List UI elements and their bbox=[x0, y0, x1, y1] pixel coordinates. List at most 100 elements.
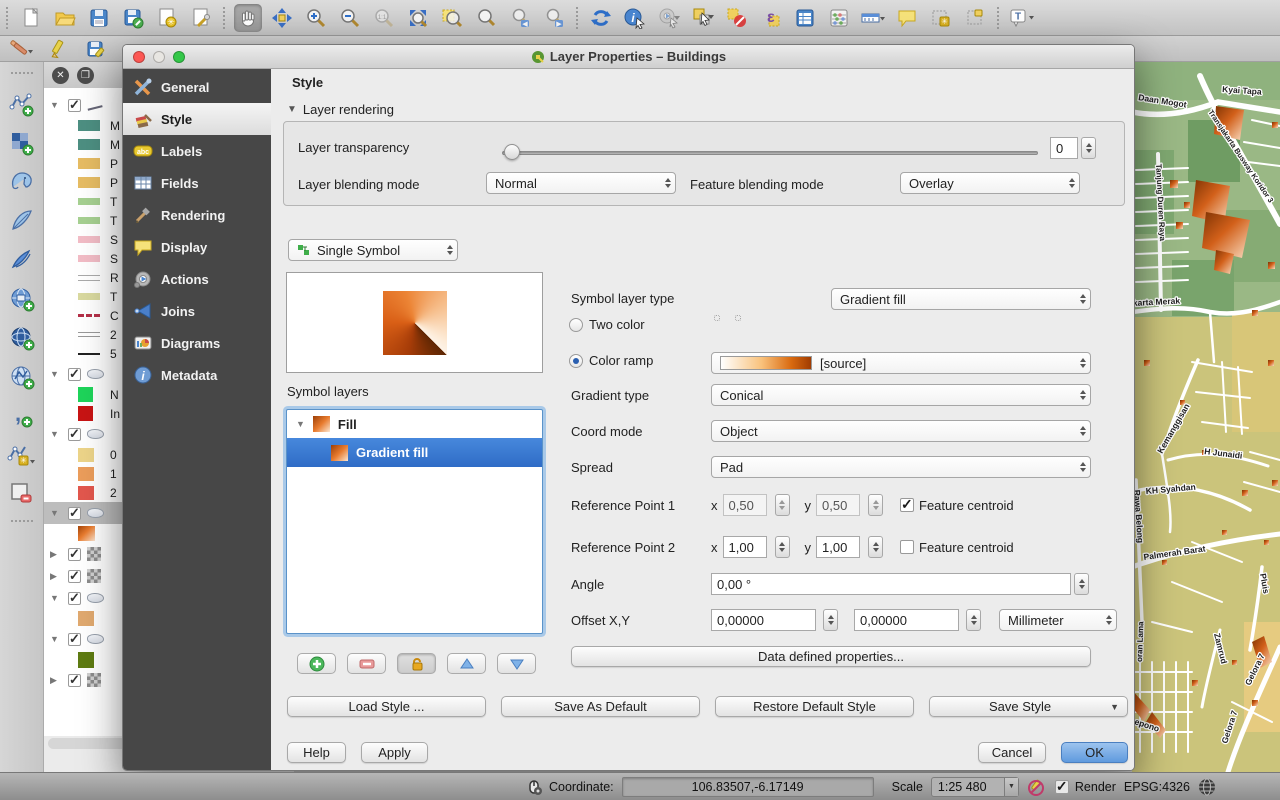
layer-blending-combo[interactable]: Normal bbox=[486, 172, 676, 194]
save-project-as-icon[interactable] bbox=[119, 4, 147, 32]
panel-float-icon[interactable]: ❐ bbox=[77, 67, 94, 84]
ref2-centroid-checkbox[interactable] bbox=[900, 540, 914, 554]
zoom-to-layer-icon[interactable] bbox=[472, 4, 500, 32]
expand-triangle-icon[interactable] bbox=[50, 429, 62, 439]
new-bookmark-icon[interactable]: ✳ bbox=[927, 4, 955, 32]
select-features-icon[interactable] bbox=[689, 4, 717, 32]
text-annotation-icon[interactable]: T bbox=[1008, 4, 1036, 32]
ref2-x-field[interactable]: 1,00 bbox=[723, 536, 767, 558]
ok-button[interactable]: OK bbox=[1061, 742, 1128, 763]
ref2-x-spinner[interactable] bbox=[775, 536, 790, 558]
color-ramp-combo[interactable]: [source] bbox=[711, 352, 1091, 374]
stop-render-icon[interactable] bbox=[1027, 778, 1045, 796]
expand-triangle-icon[interactable] bbox=[50, 369, 62, 379]
panel-close-icon[interactable]: ✕ bbox=[52, 67, 69, 84]
renderer-combo[interactable]: Single Symbol bbox=[288, 239, 458, 261]
sidebar-item-diagrams[interactable]: Diagrams bbox=[123, 327, 271, 359]
zoom-last-icon[interactable]: ◀ bbox=[506, 4, 534, 32]
run-feature-action-icon[interactable] bbox=[655, 4, 683, 32]
dialog-titlebar[interactable]: Layer Properties – Buildings bbox=[123, 45, 1134, 69]
sidebar-item-rendering[interactable]: Rendering bbox=[123, 199, 271, 231]
offset-y-field[interactable]: 0,00000 bbox=[854, 609, 959, 631]
restore-default-style-button[interactable]: Restore Default Style bbox=[715, 696, 914, 717]
ref1-y-field[interactable]: 0,50 bbox=[816, 494, 860, 516]
ref1-x-spinner[interactable] bbox=[775, 494, 790, 516]
zoom-full-icon[interactable] bbox=[404, 4, 432, 32]
save-style-button[interactable]: Save Style ▼ bbox=[929, 696, 1128, 717]
ref2-y-spinner[interactable] bbox=[868, 536, 883, 558]
angle-spinner[interactable] bbox=[1074, 573, 1089, 595]
pan-map-icon[interactable] bbox=[234, 4, 262, 32]
layer-visibility-checkbox[interactable] bbox=[68, 674, 81, 687]
slider-knob[interactable] bbox=[504, 144, 520, 160]
add-postgis-layer-icon[interactable] bbox=[7, 169, 37, 195]
add-wms-layer-icon[interactable] bbox=[7, 325, 37, 351]
add-spatialite-layer-icon[interactable] bbox=[7, 208, 37, 234]
coordinate-icon[interactable] bbox=[525, 778, 543, 796]
offset-x-spinner[interactable] bbox=[823, 609, 838, 631]
sidebar-item-labels[interactable]: abc Labels bbox=[123, 135, 271, 167]
data-defined-properties-button[interactable]: Data defined properties... bbox=[571, 646, 1091, 667]
new-project-icon[interactable] bbox=[17, 4, 45, 32]
refresh-icon[interactable] bbox=[587, 4, 615, 32]
ref1-y-spinner[interactable] bbox=[868, 494, 883, 516]
expand-triangle-icon[interactable]: ▼ bbox=[296, 419, 305, 429]
ref2-y-field[interactable]: 1,00 bbox=[816, 536, 860, 558]
symbol-tree-gradient-row[interactable]: Gradient fill bbox=[287, 438, 542, 467]
field-calculator-icon[interactable] bbox=[825, 4, 853, 32]
remove-layer-icon[interactable] bbox=[7, 481, 37, 507]
dropdown-arrow-icon[interactable]: ▼ bbox=[1004, 778, 1018, 796]
expand-triangle-icon[interactable] bbox=[50, 571, 62, 582]
load-style-button[interactable]: Load Style ... bbox=[287, 696, 486, 717]
remove-symbol-layer-button[interactable] bbox=[347, 653, 386, 674]
projection-globe-icon[interactable] bbox=[1198, 778, 1216, 796]
toggle-editing-icon[interactable] bbox=[44, 35, 72, 63]
lock-color-button[interactable] bbox=[397, 653, 436, 674]
composer-manager-icon[interactable] bbox=[187, 4, 215, 32]
zoom-out-icon[interactable] bbox=[336, 4, 364, 32]
offset-x-field[interactable]: 0,00000 bbox=[711, 609, 816, 631]
measure-icon[interactable] bbox=[859, 4, 887, 32]
offset-y-spinner[interactable] bbox=[966, 609, 981, 631]
gradient-type-combo[interactable]: Conical bbox=[711, 384, 1091, 406]
ref1-x-field[interactable]: 0,50 bbox=[723, 494, 767, 516]
expand-triangle-icon[interactable] bbox=[50, 675, 62, 686]
save-as-default-button[interactable]: Save As Default bbox=[501, 696, 700, 717]
layer-visibility-checkbox[interactable] bbox=[68, 368, 81, 381]
scale-combo[interactable]: 1:25 480 ▼ bbox=[931, 777, 1019, 797]
color-ramp-radio[interactable] bbox=[569, 354, 583, 368]
render-checkbox[interactable] bbox=[1055, 780, 1069, 794]
cancel-button[interactable]: Cancel bbox=[978, 742, 1046, 763]
zoom-in-icon[interactable] bbox=[302, 4, 330, 32]
sidebar-item-display[interactable]: Display bbox=[123, 231, 271, 263]
transparency-spinner[interactable] bbox=[1081, 137, 1096, 159]
apply-button[interactable]: Apply bbox=[361, 742, 428, 763]
coord-mode-combo[interactable]: Object bbox=[711, 420, 1091, 442]
move-up-button[interactable] bbox=[447, 653, 486, 674]
save-project-icon[interactable] bbox=[85, 4, 113, 32]
layer-rendering-collapser[interactable]: ▼ Layer rendering bbox=[287, 102, 394, 117]
add-raster-layer-icon[interactable] bbox=[7, 130, 37, 156]
dropdown-arrow-icon[interactable]: ▼ bbox=[1110, 702, 1119, 712]
add-mssql-layer-icon[interactable] bbox=[7, 247, 37, 273]
layer-visibility-checkbox[interactable] bbox=[68, 570, 81, 583]
layer-visibility-checkbox[interactable] bbox=[68, 548, 81, 561]
expand-triangle-icon[interactable] bbox=[50, 508, 62, 518]
zoom-native-icon[interactable]: 1:1 bbox=[370, 4, 398, 32]
sidebar-item-fields[interactable]: Fields bbox=[123, 167, 271, 199]
expand-triangle-icon[interactable] bbox=[50, 634, 62, 644]
show-bookmarks-icon[interactable] bbox=[961, 4, 989, 32]
expand-triangle-icon[interactable] bbox=[50, 593, 62, 603]
layer-visibility-checkbox[interactable] bbox=[68, 592, 81, 605]
identify-icon[interactable]: i bbox=[621, 4, 649, 32]
select-by-expression-icon[interactable]: ε bbox=[757, 4, 785, 32]
pan-to-selection-icon[interactable] bbox=[268, 4, 296, 32]
layer-visibility-checkbox[interactable] bbox=[68, 99, 81, 112]
sidebar-item-metadata[interactable]: i Metadata bbox=[123, 359, 271, 391]
map-canvas[interactable]: Daan Mogot Kyai Tapa Transjakarta Busway… bbox=[1132, 62, 1280, 772]
expand-triangle-icon[interactable] bbox=[50, 100, 62, 110]
symbol-layers-tree[interactable]: ▼ Fill Gradient fill bbox=[286, 409, 543, 634]
spread-combo[interactable]: Pad bbox=[711, 456, 1091, 478]
layer-visibility-checkbox[interactable] bbox=[68, 428, 81, 441]
sidebar-item-general[interactable]: General bbox=[123, 71, 271, 103]
